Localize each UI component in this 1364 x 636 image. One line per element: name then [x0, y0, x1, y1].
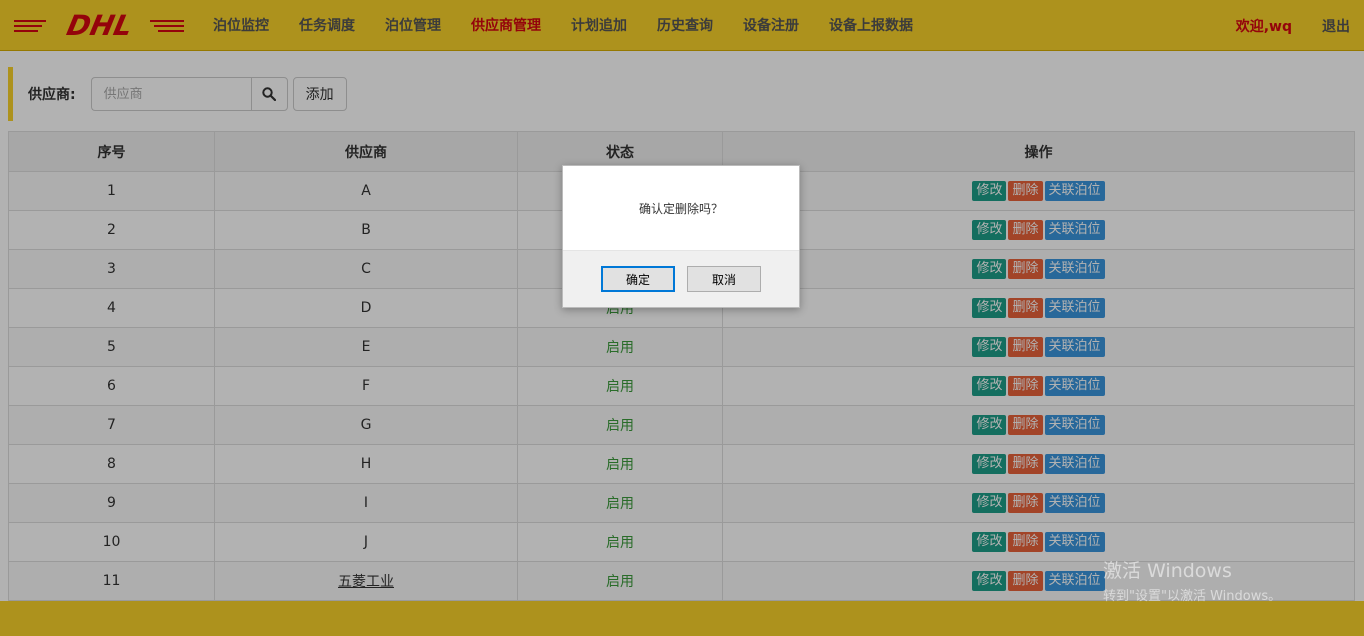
modal-overlay[interactable]: [0, 0, 1364, 636]
cancel-button[interactable]: 取消: [687, 266, 761, 292]
watermark-title: 激活 Windows: [1103, 560, 1232, 582]
dialog-footer: 确定 取消: [563, 250, 799, 307]
windows-activation-watermark: 激活 Windows 转到"设置"以激活 Windows。: [1103, 556, 1281, 604]
confirm-delete-dialog: 确认定删除吗？ 确定 取消: [562, 165, 800, 308]
watermark-subtitle: 转到"设置"以激活 Windows。: [1103, 589, 1282, 604]
confirm-button[interactable]: 确定: [601, 266, 675, 292]
dialog-message: 确认定删除吗？: [638, 201, 723, 216]
